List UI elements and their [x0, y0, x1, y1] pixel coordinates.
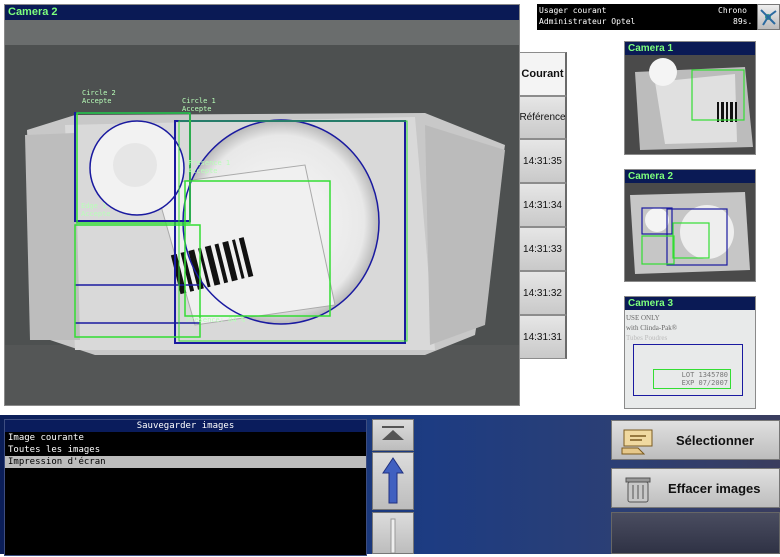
delete-images-button[interactable]: Effacer images	[611, 468, 780, 508]
tab-time-3[interactable]: 14:31:33	[519, 227, 567, 271]
hand-pointer-icon	[621, 429, 653, 455]
overlay-label-presence1: Presence 1 Accepte	[188, 159, 231, 175]
thumbnail-title: Camera 3	[625, 297, 755, 310]
select-button[interactable]: Sélectionner	[611, 420, 780, 460]
tab-reference[interactable]: Référence	[519, 96, 567, 139]
current-user-value: Administrateur Optel	[539, 17, 636, 26]
thumbnail-lot-region: LOT 1345780 EXP 07/2007	[653, 369, 731, 389]
tab-time-5[interactable]: 14:31:31	[519, 315, 567, 359]
current-user-label: Usager courant	[539, 6, 607, 15]
save-option-current-image[interactable]: Image courante	[5, 432, 366, 444]
thumbnail-text-line: Tubes Poudres	[626, 334, 668, 342]
save-option-screen-print[interactable]: Impression d'écran	[5, 456, 366, 468]
overlay-label-circle1: Circle 1 Accepte	[182, 97, 216, 113]
scroll-top-icon	[382, 426, 404, 440]
thumbnail-image	[625, 183, 755, 281]
trash-icon	[625, 477, 651, 503]
tab-time-4[interactable]: 14:31:32	[519, 271, 567, 315]
scroll-up-button[interactable]	[372, 452, 414, 510]
thumbnail-text-line: USE ONLY	[626, 314, 660, 322]
thumbnail-lot-line: LOT 1345780	[681, 371, 728, 379]
save-images-panel: Sauvegarder images Image courante Toutes…	[4, 419, 367, 556]
scroll-thumb-grip-icon	[390, 518, 396, 554]
main-camera-view[interactable]: Camera 2 Circle 2 Accepte Circle 1 Accep…	[4, 4, 520, 406]
tab-courant[interactable]: Courant	[519, 52, 567, 96]
network-icon	[760, 9, 777, 26]
chrono-label: Chrono	[718, 6, 747, 15]
scroll-thumb[interactable]	[372, 512, 414, 554]
chrono-value: 89s.	[733, 17, 753, 26]
save-option-all-images[interactable]: Toutes les images	[5, 444, 366, 456]
overlay-label-edge1: Edge 1 Accepte	[81, 202, 111, 218]
overlay-label-presence-pct: Presence: 84 %	[186, 316, 246, 324]
thumbnail-title: Camera 2	[625, 170, 755, 183]
thumbnail-camera-2[interactable]: Camera 2	[624, 169, 756, 282]
tab-time-1[interactable]: 14:31:35	[519, 139, 567, 183]
status-panel: Usager courant Chrono Administrateur Opt…	[537, 4, 779, 30]
thumbnail-camera-1[interactable]: Camera 1	[624, 41, 756, 155]
main-camera-title: Camera 2	[5, 5, 519, 20]
save-images-header: Sauvegarder images	[5, 420, 366, 432]
thumbnail-title: Camera 1	[625, 42, 755, 55]
select-button-label: Sélectionner	[676, 432, 755, 448]
thumbnail-image	[625, 55, 755, 154]
scroll-top-button[interactable]	[372, 419, 414, 451]
empty-action-slot	[611, 512, 780, 554]
thumbnail-exp-line: EXP 07/2007	[681, 379, 728, 387]
settings-button[interactable]	[757, 4, 780, 30]
tab-time-2[interactable]: 14:31:34	[519, 183, 567, 227]
thumbnail-text-line: with Clinda-Pak®	[626, 324, 678, 332]
arrow-up-icon	[382, 457, 404, 504]
thumbnail-camera-3[interactable]: Camera 3 USE ONLY with Clinda-Pak® Tubes…	[624, 296, 756, 409]
overlay-label-circle2: Circle 2 Accepte	[82, 89, 116, 105]
delete-images-label: Effacer images	[668, 480, 761, 496]
